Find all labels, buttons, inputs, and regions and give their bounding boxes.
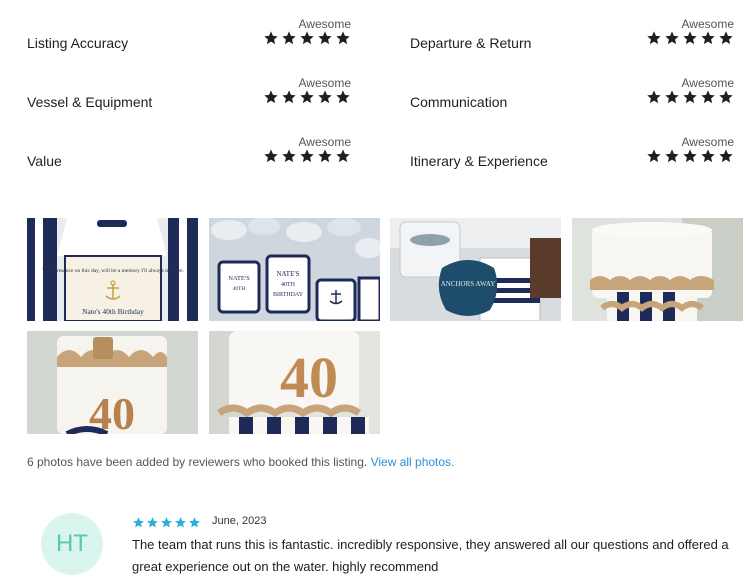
rating-word: Awesome xyxy=(681,135,734,149)
rating-word: Awesome xyxy=(681,17,734,31)
star-icon xyxy=(263,148,279,164)
rating-communication: Communication Awesome xyxy=(410,74,740,124)
star-icon xyxy=(299,89,315,105)
star-icon xyxy=(335,89,351,105)
photo-gift-tag-image: ANCHORS AWAY xyxy=(390,218,561,321)
star-icon xyxy=(718,148,734,164)
star-icon xyxy=(281,148,297,164)
photo-cake-40-side[interactable]: 40 xyxy=(209,331,380,434)
rating-label: Departure & Return xyxy=(410,35,532,51)
review-date: June, 2023 xyxy=(212,515,267,527)
star-icon xyxy=(682,89,698,105)
review-stars xyxy=(132,516,201,529)
star-icon xyxy=(682,30,698,46)
rating-word: Awesome xyxy=(298,76,351,90)
rating-stars xyxy=(646,30,734,46)
rating-label: Communication xyxy=(410,94,508,110)
card-text: Your presence on this day, will be a mem… xyxy=(42,268,185,274)
star-icon xyxy=(281,30,297,46)
card-name: Nate's 40th Birthday xyxy=(82,307,144,316)
rating-word: Awesome xyxy=(298,135,351,149)
star-icon xyxy=(299,30,315,46)
photo-favor-box[interactable]: Your presence on this day, will be a mem… xyxy=(27,218,198,321)
star-icon xyxy=(146,516,159,529)
photos-note-text: 6 photos have been added by reviewers wh… xyxy=(27,455,368,469)
rating-stars xyxy=(263,30,351,46)
star-icon xyxy=(317,89,333,105)
rating-stars xyxy=(646,89,734,105)
ratings-section: Listing Accuracy Awesome Departure & Ret… xyxy=(0,0,755,200)
star-icon xyxy=(682,148,698,164)
star-icon xyxy=(299,148,315,164)
star-icon xyxy=(664,148,680,164)
rating-listing-accuracy: Listing Accuracy Awesome xyxy=(27,15,357,65)
star-icon xyxy=(718,89,734,105)
photo-gift-tag[interactable]: ANCHORS AWAY xyxy=(390,218,561,321)
star-icon xyxy=(174,516,187,529)
star-icon xyxy=(646,30,662,46)
star-icon xyxy=(317,30,333,46)
star-icon xyxy=(700,30,716,46)
rating-label: Listing Accuracy xyxy=(27,35,129,51)
svg-text:40TH: 40TH xyxy=(233,286,246,292)
photo-water-bottles-image: NATE'S 40TH BIRTHDAY NATE'S 40TH xyxy=(209,218,380,321)
rating-label: Itinerary & Experience xyxy=(410,153,548,169)
svg-text:40: 40 xyxy=(280,345,338,410)
rating-stars xyxy=(646,148,734,164)
review-text: The team that runs this is fantastic. in… xyxy=(132,537,729,574)
rating-itinerary-experience: Itinerary & Experience Awesome xyxy=(410,133,740,183)
star-icon xyxy=(718,30,734,46)
photo-water-bottles[interactable]: NATE'S 40TH BIRTHDAY NATE'S 40TH xyxy=(209,218,380,321)
photo-cake-40-front[interactable]: 40 xyxy=(27,331,198,434)
star-icon xyxy=(160,516,173,529)
avatar: HT xyxy=(41,513,103,575)
star-icon xyxy=(335,30,351,46)
star-icon xyxy=(664,89,680,105)
star-icon xyxy=(335,148,351,164)
svg-text:NATE'S: NATE'S xyxy=(276,270,299,278)
rating-word: Awesome xyxy=(681,76,734,90)
rating-label: Value xyxy=(27,153,62,169)
star-icon xyxy=(281,89,297,105)
star-icon xyxy=(700,89,716,105)
photo-cake-40-front-image: 40 xyxy=(27,331,198,434)
rating-stars xyxy=(263,148,351,164)
star-icon xyxy=(664,30,680,46)
rating-stars xyxy=(263,89,351,105)
star-icon xyxy=(263,89,279,105)
tag-text: ANCHORS AWAY xyxy=(441,280,496,288)
svg-text:40TH: 40TH xyxy=(281,282,296,288)
photo-favor-box-image: Your presence on this day, will be a mem… xyxy=(27,218,198,321)
star-icon xyxy=(317,148,333,164)
photo-cake-top[interactable] xyxy=(572,218,743,321)
view-all-photos-link[interactable]: View all photos. xyxy=(371,455,455,469)
rating-departure-return: Departure & Return Awesome xyxy=(410,15,740,65)
star-icon xyxy=(700,148,716,164)
svg-text:BIRTHDAY: BIRTHDAY xyxy=(273,292,304,298)
rating-value: Value Awesome xyxy=(27,133,357,183)
rating-word: Awesome xyxy=(298,17,351,31)
photos-note: 6 photos have been added by reviewers wh… xyxy=(27,455,454,469)
star-icon xyxy=(646,148,662,164)
star-icon xyxy=(646,89,662,105)
rating-label: Vessel & Equipment xyxy=(27,94,153,110)
star-icon xyxy=(188,516,201,529)
photo-cake-top-image xyxy=(572,218,743,321)
star-icon xyxy=(132,516,145,529)
svg-text:NATE'S: NATE'S xyxy=(228,275,250,282)
star-icon xyxy=(263,30,279,46)
rating-vessel-equipment: Vessel & Equipment Awesome xyxy=(27,74,357,124)
photo-cake-40-side-image: 40 xyxy=(209,331,380,434)
